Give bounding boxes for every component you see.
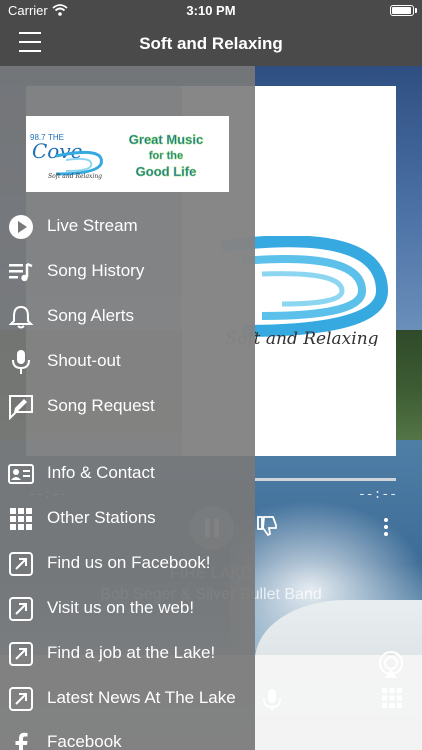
menu-item-website-link[interactable]: Visit us on the web! — [0, 588, 255, 628]
menu-item-song-request[interactable]: Song Request — [0, 386, 255, 426]
menu-item-shout-out[interactable]: Shout-out — [0, 341, 255, 381]
playback-progress[interactable] — [255, 478, 396, 481]
menu-item-label: Shout-out — [47, 351, 121, 370]
grid-icon[interactable] — [382, 688, 402, 708]
external-link-icon — [9, 642, 33, 666]
external-link-icon — [9, 687, 33, 711]
status-bar: Carrier 3:10 PM — [0, 0, 422, 22]
slogan-line-3: Good Life — [136, 164, 197, 179]
playlist-icon — [9, 262, 33, 282]
slogan-line-1: Great Music — [129, 132, 203, 147]
play-circle-icon — [9, 215, 33, 239]
status-time: 3:10 PM — [186, 3, 236, 18]
microphone-icon — [12, 350, 30, 374]
microphone-icon[interactable] — [262, 688, 282, 712]
more-options-icon[interactable] — [381, 516, 391, 538]
menu-item-other-stations[interactable]: Other Stations — [0, 498, 255, 538]
battery-tip — [415, 8, 417, 13]
menu-item-jobs-link[interactable]: Find a job at the Lake! — [0, 633, 255, 673]
facebook-icon — [15, 732, 28, 750]
menu-item-label: Live Stream — [47, 216, 138, 235]
menu-item-label: Song History — [47, 261, 145, 280]
menu-item-info-contact[interactable]: Info & Contact — [0, 453, 255, 493]
menu-item-label: Info & Contact — [47, 463, 155, 482]
menu-item-live-stream[interactable]: Live Stream — [0, 206, 255, 246]
logo-tagline: Soft and Relaxing — [48, 173, 102, 180]
cove-logo-graphic: 98.7 THE Cove Soft and Relaxing Great Mu… — [30, 132, 204, 180]
contact-card-icon — [8, 464, 34, 484]
external-link-icon — [9, 552, 33, 576]
page-title: Soft and Relaxing — [139, 34, 283, 53]
menu-item-song-history[interactable]: Song History — [0, 251, 255, 291]
time-remaining: --:-- — [358, 487, 398, 502]
thumbs-down-icon[interactable] — [255, 514, 279, 538]
menu-item-song-alerts[interactable]: Song Alerts — [0, 296, 255, 336]
menu-item-facebook[interactable]: Facebook — [0, 722, 255, 750]
menu-item-label: Song Request — [47, 396, 155, 415]
menu-item-label: Other Stations — [47, 508, 156, 527]
menu-item-facebook-link[interactable]: Find us on Facebook! — [0, 543, 255, 583]
menu-item-label: Facebook — [47, 732, 122, 750]
external-link-icon — [9, 597, 33, 621]
menu-item-label: Latest News At The Lake — [47, 688, 236, 707]
navigation-bar: Soft and Relaxing — [0, 22, 422, 66]
menu-item-label: Find a job at the Lake! — [47, 643, 216, 662]
bell-icon — [8, 305, 34, 329]
slogan-line-2: for the — [149, 150, 183, 162]
menu-item-label: Find us on Facebook! — [47, 553, 211, 572]
menu-item-label: Visit us on the web! — [47, 598, 195, 617]
airplay-icon[interactable] — [376, 650, 406, 680]
grid-icon — [10, 508, 32, 530]
request-icon — [9, 395, 33, 420]
menu-item-label: Song Alerts — [47, 306, 134, 325]
battery-icon — [390, 5, 414, 16]
menu-item-news-link[interactable]: Latest News At The Lake — [0, 678, 255, 718]
side-drawer: 98.7 THE Cove Soft and Relaxing Great Mu… — [0, 66, 255, 750]
station-logo: 98.7 THE Cove Soft and Relaxing Great Mu… — [26, 116, 229, 192]
